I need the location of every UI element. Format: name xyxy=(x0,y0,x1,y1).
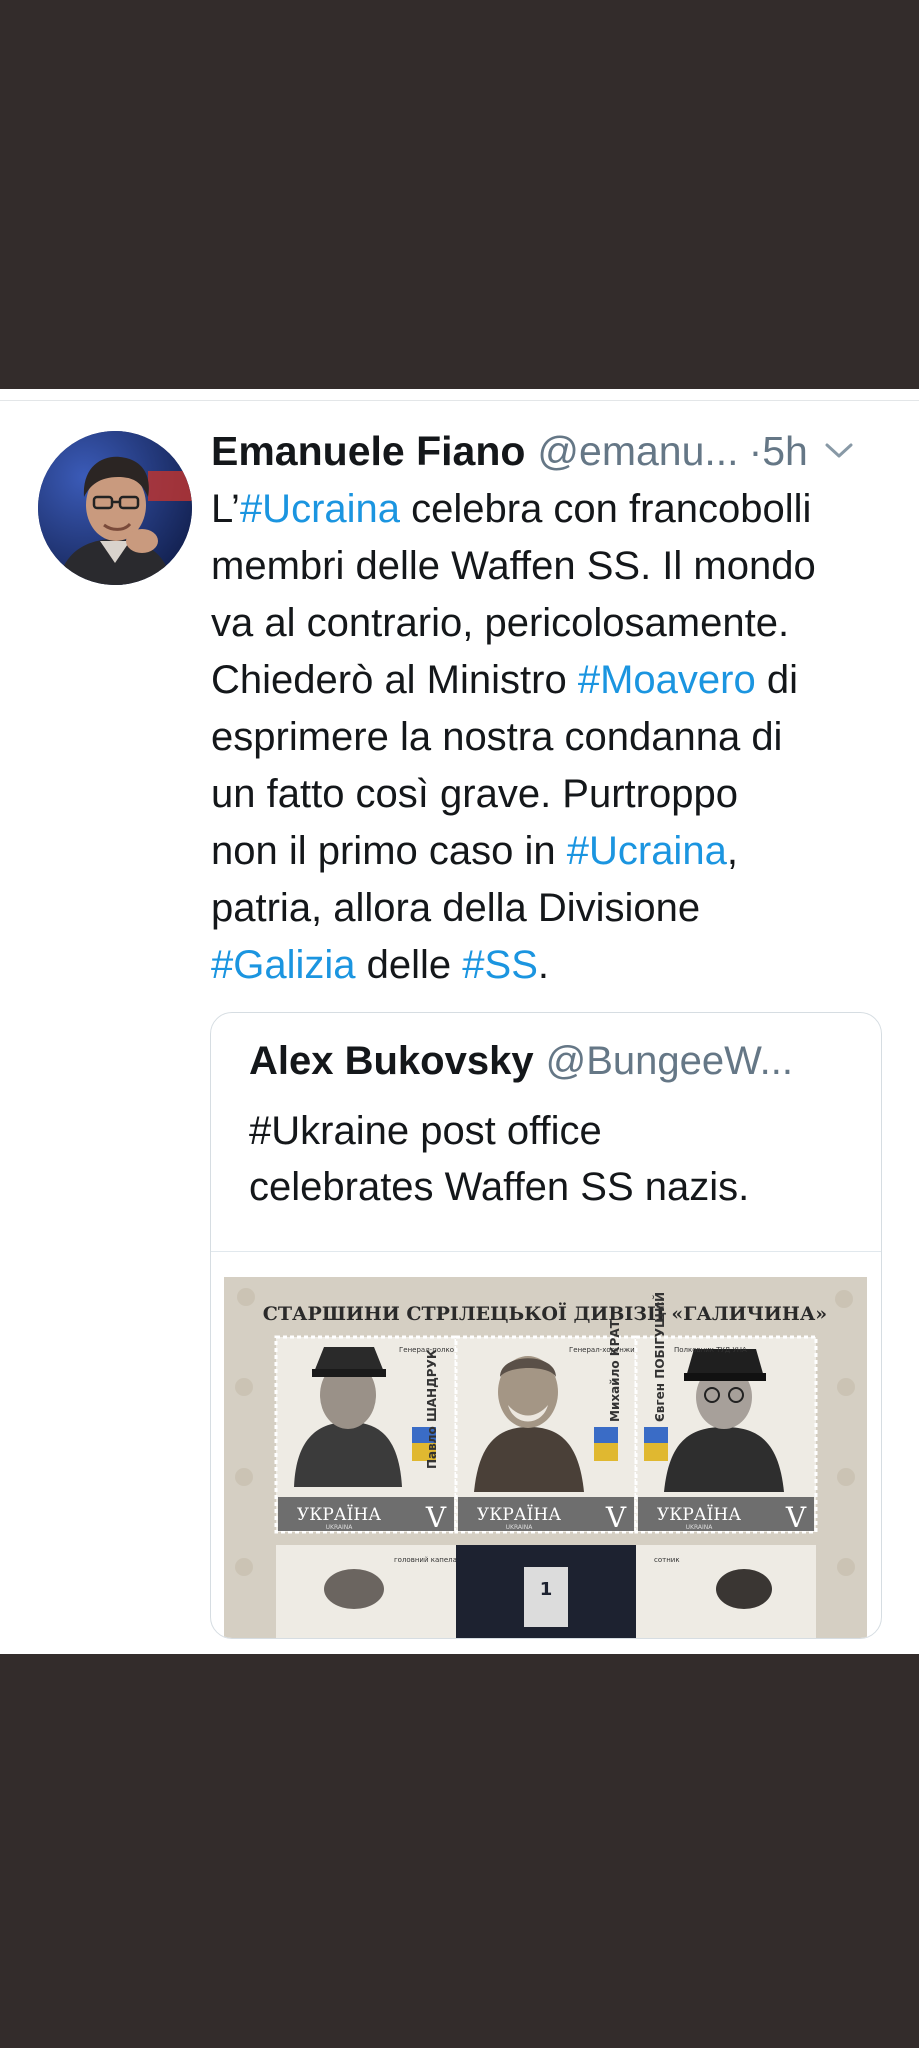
quoted-separator xyxy=(211,1251,881,1252)
tweet-text: L’#Ucraina celebra con francobolli membri… xyxy=(211,481,901,994)
bottom-stamp-3-label: сотник xyxy=(654,1556,680,1564)
author-name[interactable]: Emanuele Fiano xyxy=(211,428,525,475)
tweet-header: Emanuele Fiano @emanu... ·5h xyxy=(211,423,901,479)
person-avatar-icon xyxy=(38,431,192,585)
tweet-text-segment: non il primo caso in xyxy=(211,829,567,873)
tweet-text-line: non il primo caso in #Ucraina, xyxy=(211,823,901,880)
author-handle[interactable]: @emanu... xyxy=(537,428,738,475)
tweet-text-line: L’#Ucraina celebra con francobolli xyxy=(211,481,901,538)
tweet-text-segment: membri delle Waffen SS. Il mondo xyxy=(211,544,816,588)
hashtag-link[interactable]: #SS xyxy=(462,943,538,987)
chevron-down-icon[interactable] xyxy=(824,442,854,460)
tweet-text-segment: celebra con francobolli xyxy=(400,487,812,531)
stamp-2-value: V xyxy=(605,1501,627,1534)
bottom-stamp-1-label: головний капелан xyxy=(394,1556,461,1564)
tweet-text-segment: va al contrario, pericolosamente. xyxy=(211,601,790,645)
stamp-1-sub: UKRAINA xyxy=(326,1524,354,1531)
stamp-3-rank: Полковник ТУД УНА xyxy=(674,1346,747,1354)
tweet-text-segment: patria, allora della Divisione xyxy=(211,886,701,930)
bottom-stamp-2-label: 1 xyxy=(540,1579,553,1600)
stamp-3-value: V xyxy=(785,1501,807,1534)
tweet-time[interactable]: ·5h xyxy=(749,428,808,475)
hashtag-link[interactable]: #Ucraina xyxy=(567,829,727,873)
stamp-2-country: УКРАЇНА xyxy=(477,1504,561,1525)
quoted-text: #Ukraine post office celebrates Waffen S… xyxy=(249,1103,859,1215)
author-avatar[interactable] xyxy=(38,431,192,585)
tweet-text-segment: . xyxy=(537,943,549,987)
stamp-bottom-row: головний капелан 1 сотник xyxy=(276,1545,816,1638)
quoted-author-handle: @BungeeW... xyxy=(545,1038,793,1083)
stamp-sheet-image[interactable]: СТАРШИНИ СТРІЛЕЦЬКОЇ ДИВІЗІЇ «ГАЛИЧИНА» … xyxy=(224,1277,867,1639)
quoted-author-name: Alex Bukovsky xyxy=(249,1038,534,1083)
tweet-text-line: #Galizia delle #SS. xyxy=(211,937,901,994)
stamp-sheet-title: СТАРШИНИ СТРІЛЕЦЬКОЇ ДИВІЗІЇ «ГАЛИЧИНА» xyxy=(263,1302,827,1325)
quoted-tweet[interactable]: Alex Bukovsky @BungeeW... #Ukraine post … xyxy=(210,1012,882,1639)
stamp-1-value: V xyxy=(425,1501,447,1534)
tweet-text-segment: delle xyxy=(355,943,463,987)
tweet-text-line: Chiederò al Ministro #Moavero di xyxy=(211,652,901,709)
stamp-1-name: Павло ШАНДРУК xyxy=(425,1349,439,1469)
tweet-text-line: membri delle Waffen SS. Il mondo xyxy=(211,538,901,595)
stamp-3-country: УКРАЇНА xyxy=(657,1504,741,1525)
tweet-text-segment: , xyxy=(726,829,738,873)
tweet-text-line: esprimere la nostra condanna di xyxy=(211,709,901,766)
stamp-1-country: УКРАЇНА xyxy=(297,1504,381,1525)
stamp-2-name: Михайло КРАТ xyxy=(608,1319,622,1422)
stamp-2-sub: UKRAINA xyxy=(506,1524,534,1531)
quoted-text-line: #Ukraine post office xyxy=(249,1109,602,1153)
hashtag-link[interactable]: #Ucraina xyxy=(240,487,400,531)
tweet-text-segment: di xyxy=(755,658,798,702)
tweet-text-line: va al contrario, pericolosamente. xyxy=(211,595,901,652)
tweet-text-segment: esprimere la nostra condanna di xyxy=(211,715,783,759)
stamp-3-sub: UKRAINA xyxy=(686,1524,714,1531)
tweet-text-segment: Chiederò al Ministro xyxy=(211,658,578,702)
quoted-header: Alex Bukovsky @BungeeW... xyxy=(249,1033,861,1089)
tweet-text-segment: L’ xyxy=(211,487,240,531)
tweet-card[interactable]: Emanuele Fiano @emanu... ·5h L’#Ucraina … xyxy=(0,389,919,1654)
top-divider xyxy=(0,400,919,401)
hashtag-link[interactable]: #Moavero xyxy=(578,658,756,702)
tweet-text-segment: un fatto così grave. Purtroppo xyxy=(211,772,738,816)
stamp-3-name: Євген ПОБІГУЩИЙ xyxy=(652,1292,667,1422)
quoted-text-line: celebrates Waffen SS nazis. xyxy=(249,1165,750,1209)
tweet-text-line: un fatto così grave. Purtroppo xyxy=(211,766,901,823)
hashtag-link[interactable]: #Galizia xyxy=(211,943,356,987)
tweet-text-line: patria, allora della Divisione xyxy=(211,880,901,937)
